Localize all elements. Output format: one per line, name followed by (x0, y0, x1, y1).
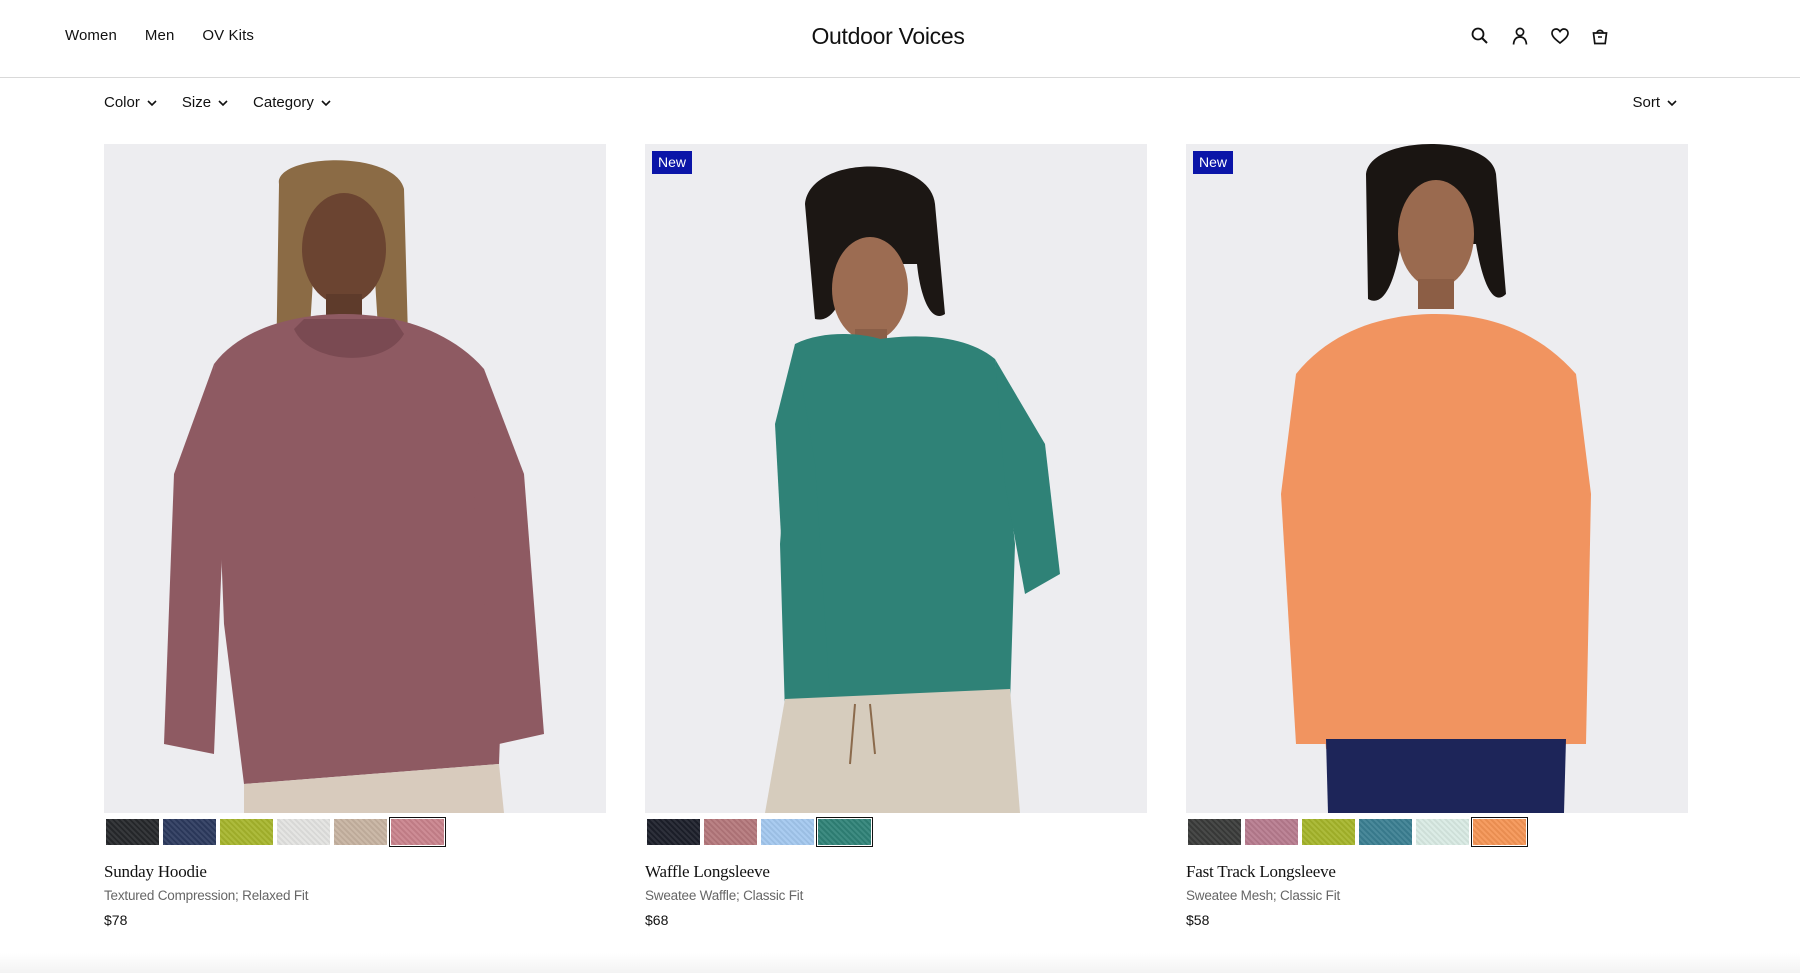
color-swatch[interactable] (163, 819, 216, 845)
color-swatch[interactable] (389, 817, 446, 847)
color-swatch[interactable] (816, 817, 873, 847)
filter-color-label: Color (104, 94, 140, 111)
color-swatch[interactable] (761, 819, 814, 845)
color-swatch[interactable] (704, 819, 757, 845)
color-swatch[interactable] (277, 819, 330, 845)
color-swatches (1188, 817, 1528, 847)
product-card: New Fast Track Longsleeve Sweatee Mesh; … (1186, 144, 1688, 928)
search-icon[interactable] (1470, 26, 1490, 46)
product-price: $78 (104, 912, 128, 928)
product-image[interactable]: New (645, 144, 1147, 813)
color-swatch[interactable] (334, 819, 387, 845)
color-swatch[interactable] (1245, 819, 1298, 845)
color-swatches (647, 817, 873, 847)
wishlist-heart-icon[interactable] (1550, 26, 1570, 46)
product-price: $58 (1186, 912, 1210, 928)
filter-size-dropdown[interactable]: Size (182, 94, 229, 111)
color-swatch[interactable] (1188, 819, 1241, 845)
page-bottom-edge (0, 953, 1800, 973)
filter-bar: Color Size Category (104, 94, 332, 111)
chevron-down-icon (321, 99, 331, 106)
color-swatch[interactable] (1471, 817, 1528, 847)
product-name[interactable]: Sunday Hoodie (104, 862, 207, 882)
product-description: Sweatee Mesh; Classic Fit (1186, 888, 1341, 903)
filter-category-label: Category (253, 94, 314, 111)
sort-label: Sort (1632, 94, 1660, 111)
sort-dropdown[interactable]: Sort (1632, 94, 1678, 111)
chevron-down-icon (1667, 99, 1677, 106)
product-price: $68 (645, 912, 669, 928)
filter-category-dropdown[interactable]: Category (253, 94, 332, 111)
color-swatch[interactable] (647, 819, 700, 845)
model-illustration (645, 144, 1147, 813)
product-description: Sweatee Waffle; Classic Fit (645, 888, 804, 903)
cart-bag-icon[interactable] (1590, 26, 1610, 46)
model-illustration (104, 144, 606, 813)
product-image[interactable] (104, 144, 606, 813)
color-swatches (106, 817, 446, 847)
filter-size-label: Size (181, 94, 212, 111)
chevron-down-icon (218, 99, 228, 106)
product-image[interactable]: New (1186, 144, 1688, 813)
color-swatch[interactable] (220, 819, 273, 845)
chevron-down-icon (147, 99, 157, 106)
product-card: New Waffle Longsleeve Sweatee Waffle; Cl… (645, 144, 1147, 928)
product-name[interactable]: Fast Track Longsleeve (1186, 862, 1336, 882)
product-name[interactable]: Waffle Longsleeve (645, 862, 770, 882)
product-description: Textured Compression; Relaxed Fit (104, 888, 309, 903)
color-swatch[interactable] (1302, 819, 1355, 845)
color-swatch[interactable] (106, 819, 159, 845)
model-illustration (1186, 144, 1688, 813)
account-icon[interactable] (1510, 26, 1530, 46)
color-swatch[interactable] (1416, 819, 1469, 845)
product-card: Sunday Hoodie Textured Compression; Rela… (104, 144, 606, 928)
filter-color-dropdown[interactable]: Color (104, 94, 158, 111)
new-badge: New (1193, 151, 1234, 174)
new-badge: New (652, 151, 693, 174)
header-icons (1470, 26, 1610, 46)
site-header: Women Men OV Kits Outdoor Voices (0, 0, 1800, 78)
color-swatch[interactable] (1359, 819, 1412, 845)
